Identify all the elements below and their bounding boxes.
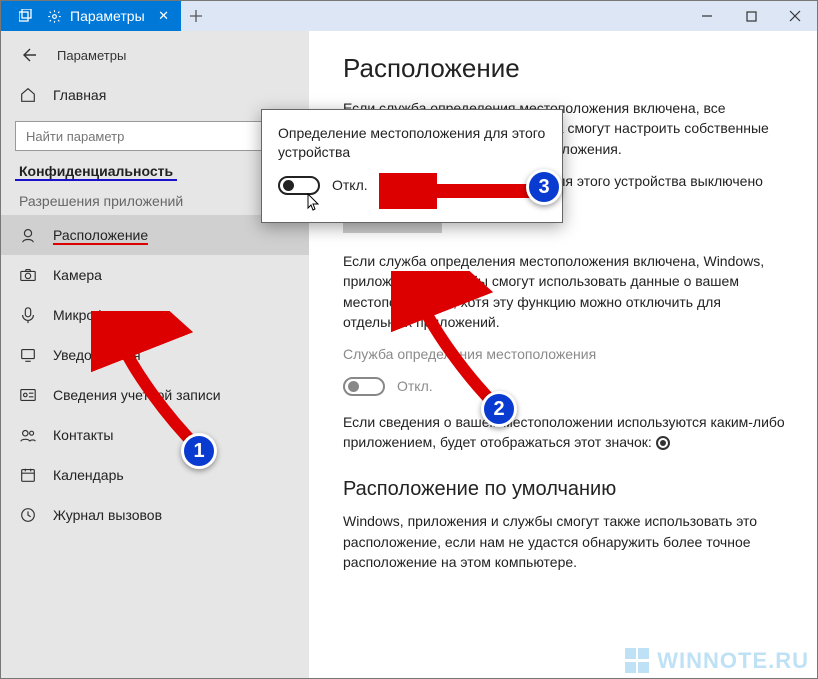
close-button[interactable] bbox=[773, 1, 817, 31]
toggle-label: Откл. bbox=[397, 378, 433, 394]
minimize-button[interactable] bbox=[685, 1, 729, 31]
toggle-knob bbox=[283, 180, 294, 191]
microphone-icon bbox=[19, 306, 37, 324]
content-p4: Windows, приложения и службы смогут такж… bbox=[343, 511, 787, 572]
nav-label: Расположение bbox=[53, 227, 148, 243]
sidebar-item-microphone[interactable]: Микрофон bbox=[1, 295, 309, 335]
annotation-underline bbox=[53, 243, 148, 245]
annotation-underline bbox=[15, 179, 177, 181]
location-usage-icon bbox=[656, 436, 670, 450]
new-tab-button[interactable] bbox=[181, 1, 211, 31]
home-icon bbox=[19, 86, 37, 104]
calendar-icon bbox=[19, 466, 37, 484]
titlebar: Параметры ✕ bbox=[1, 1, 817, 31]
popup-toggle[interactable]: Откл. bbox=[278, 176, 546, 195]
location-service-label: Служба определения местоположения bbox=[343, 344, 787, 364]
nav-label: Календарь bbox=[53, 467, 124, 483]
content-p2: Если служба определения местоположения в… bbox=[343, 251, 787, 332]
maximize-button[interactable] bbox=[729, 1, 773, 31]
multitask-icon bbox=[13, 9, 39, 23]
camera-icon bbox=[19, 266, 37, 284]
call-history-icon bbox=[19, 506, 37, 524]
page-title: Параметры bbox=[57, 48, 126, 63]
contacts-icon bbox=[19, 426, 37, 444]
default-location-heading: Расположение по умолчанию bbox=[343, 478, 787, 501]
tab-close-icon[interactable]: ✕ bbox=[158, 8, 169, 24]
nav-label: Журнал вызовов bbox=[53, 507, 162, 523]
sidebar-item-notifications[interactable]: Уведомления bbox=[1, 335, 309, 375]
nav-label: Камера bbox=[53, 267, 102, 283]
toggle-track bbox=[278, 176, 320, 195]
nav-label: Микрофон bbox=[53, 307, 121, 323]
toggle-track bbox=[343, 377, 385, 396]
watermark: WINNOTE.RU bbox=[625, 648, 809, 674]
notifications-icon bbox=[19, 346, 37, 364]
toggle-knob bbox=[348, 381, 359, 392]
gear-icon bbox=[47, 9, 62, 24]
account-info-icon bbox=[19, 386, 37, 404]
toggle-label: Откл. bbox=[332, 177, 368, 193]
content-heading: Расположение bbox=[343, 53, 787, 84]
nav-label: Контакты bbox=[53, 427, 113, 443]
search-input[interactable] bbox=[15, 121, 295, 151]
tab-settings[interactable]: Параметры ✕ bbox=[1, 1, 181, 31]
sidebar-item-account-info[interactable]: Сведения учетной записи bbox=[1, 375, 309, 415]
sidebar-header: Параметры bbox=[1, 35, 309, 75]
content-p3: Если сведения о вашем местоположении исп… bbox=[343, 412, 787, 453]
windows-logo-icon bbox=[625, 648, 651, 674]
tab-label: Параметры bbox=[70, 8, 145, 24]
location-service-toggle[interactable]: Откл. bbox=[343, 377, 787, 396]
location-popup: Определение местоположения для этого уст… bbox=[261, 109, 563, 223]
nav-label: Главная bbox=[53, 87, 106, 103]
settings-window: Параметры ✕ Параметры Гл bbox=[0, 0, 818, 679]
location-icon bbox=[19, 226, 37, 244]
nav-label: Уведомления bbox=[53, 347, 141, 363]
cursor-icon bbox=[306, 193, 322, 214]
sidebar-item-camera[interactable]: Камера bbox=[1, 255, 309, 295]
sidebar-item-call-history[interactable]: Журнал вызовов bbox=[1, 495, 309, 535]
back-button[interactable] bbox=[13, 40, 43, 70]
popup-title: Определение местоположения для этого уст… bbox=[278, 124, 546, 162]
nav-label: Сведения учетной записи bbox=[53, 387, 221, 403]
window-controls bbox=[685, 1, 817, 31]
privacy-heading[interactable]: Конфиденциальность bbox=[19, 163, 173, 179]
sidebar-item-contacts[interactable]: Контакты bbox=[1, 415, 309, 455]
sidebar-item-calendar[interactable]: Календарь bbox=[1, 455, 309, 495]
